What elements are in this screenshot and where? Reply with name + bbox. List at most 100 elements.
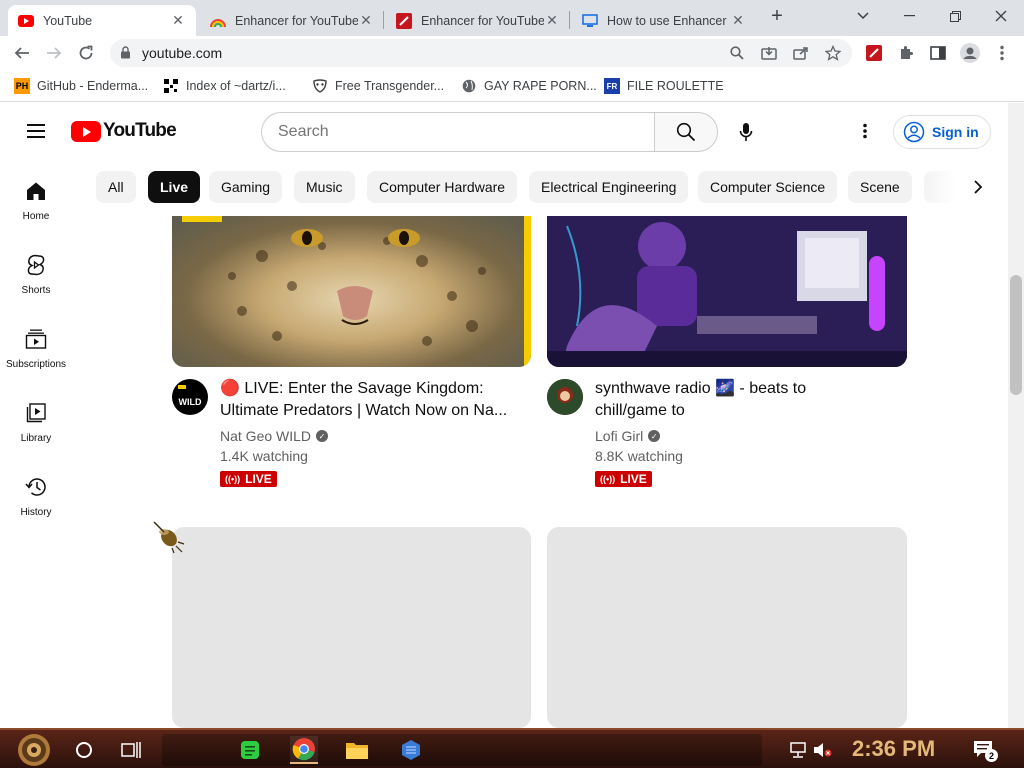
task-view-button[interactable] [117, 736, 145, 764]
live-badge: ((•)) LIVE [220, 471, 277, 487]
taskbar-app-file-explorer[interactable] [343, 736, 371, 764]
bookmarks-bar: PH GitHub - Enderma... Index of ~dartz/i… [0, 70, 1024, 102]
bookmark-github[interactable]: PH GitHub - Enderma... [14, 77, 148, 95]
close-tab-icon[interactable]: ✕ [544, 12, 560, 29]
enhancer-extension-icon[interactable] [862, 41, 886, 65]
video-thumbnail-lofi[interactable] [547, 216, 907, 367]
taskbar-app-notes[interactable] [236, 736, 264, 764]
account-icon [903, 121, 925, 143]
youtube-play-icon [71, 120, 101, 142]
share-icon[interactable] [792, 44, 810, 62]
youtube-favicon-icon [18, 13, 34, 29]
new-tab-button[interactable]: + [766, 6, 788, 28]
close-tab-icon[interactable]: ✕ [730, 12, 746, 29]
channel-avatar-nat-geo-wild[interactable]: WILD [172, 379, 208, 415]
video-placeholder [547, 527, 907, 728]
side-panel-icon[interactable] [926, 41, 950, 65]
cortana-circle-icon [76, 742, 92, 758]
video-title-line: chill/game to [595, 402, 685, 419]
channel-name-text: Lofi Girl [595, 428, 644, 444]
voice-search-button[interactable] [726, 112, 766, 152]
taskbar-app-chrome[interactable] [290, 736, 318, 764]
bookmark-label: Index of ~dartz/i... [186, 79, 286, 93]
video-title-line: synthwave radio 🌌 - beats to [595, 380, 807, 397]
folder-icon [346, 743, 368, 759]
install-app-icon[interactable] [760, 44, 778, 62]
profile-avatar-icon[interactable] [958, 41, 982, 65]
guide-menu-icon[interactable] [24, 120, 48, 144]
lofi-girl-thumbnail-image [547, 216, 907, 367]
chrome-menu-icon[interactable] [990, 41, 1014, 65]
tab-separator [569, 11, 570, 29]
back-button[interactable] [10, 41, 34, 65]
chip-electrical-engineering[interactable]: Electrical Engineering [529, 171, 689, 203]
restore-window-button[interactable] [932, 4, 978, 28]
chip-scene[interactable]: Scene [848, 171, 912, 203]
zoom-search-icon[interactable] [728, 44, 746, 62]
channel-name-text: Nat Geo WILD [220, 428, 312, 444]
search-button[interactable] [654, 112, 718, 152]
volume-muted-icon[interactable] [808, 736, 836, 764]
chip-bar-fade [920, 170, 970, 204]
chip-all[interactable]: All [96, 171, 136, 203]
minimize-window-button[interactable] [886, 4, 932, 28]
chip-computer-science[interactable]: Computer Science [698, 171, 838, 203]
chip-next-arrow-icon[interactable] [964, 175, 992, 199]
bookmark-globe[interactable]: GAY RAPE PORN... [461, 77, 597, 95]
tab-how-to-use[interactable]: How to use Enhancer ✕ [572, 5, 756, 36]
bookmark-file-roulette[interactable]: FR FILE ROULETTE [604, 77, 724, 95]
tab-title: YouTube [43, 13, 93, 28]
search-input[interactable] [261, 112, 655, 152]
video-title[interactable]: synthwave radio 🌌 - beats to chill/game … [595, 378, 895, 422]
viewer-count: 8.8K watching [595, 448, 683, 464]
chrome-icon [292, 738, 315, 761]
youtube-logo[interactable]: YouTube [71, 120, 177, 142]
tab-title: How to use Enhancer [607, 13, 727, 28]
close-tab-icon[interactable]: ✕ [358, 12, 374, 29]
cortana-search-button[interactable] [70, 736, 98, 764]
bookmark-index-dartz[interactable]: Index of ~dartz/i... [163, 77, 286, 95]
video-title[interactable]: 🔴 LIVE: Enter the Savage Kingdom: Ultima… [220, 378, 520, 422]
taskbar-app-blue[interactable] [397, 736, 425, 764]
bookmark-star-icon[interactable] [824, 44, 842, 62]
page-scrollbar[interactable] [1008, 103, 1024, 728]
close-window-button[interactable] [978, 4, 1024, 28]
bookmark-label: FILE ROULETTE [627, 79, 724, 93]
chip-gaming[interactable]: Gaming [209, 171, 283, 203]
taskbar-clock[interactable]: 2:36 PM [852, 736, 935, 762]
windows-taskbar: 2:36 PM 2 [0, 728, 1024, 768]
mask-icon [312, 78, 328, 94]
chip-computer-hardware[interactable]: Computer Hardware [367, 171, 518, 203]
tab-search-chevron-icon[interactable] [840, 4, 886, 28]
leopard-thumbnail-image [182, 216, 531, 367]
address-bar[interactable]: youtube.com [110, 39, 852, 67]
settings-kebab-icon[interactable] [853, 119, 877, 143]
chip-music[interactable]: Music [294, 171, 355, 203]
tab-youtube[interactable]: YouTube ✕ [8, 5, 196, 36]
verified-check-icon: ✓ [648, 430, 661, 442]
channel-name[interactable]: Nat Geo WILD ✓ [220, 428, 329, 444]
sign-in-button[interactable]: Sign in [893, 115, 991, 149]
chip-live[interactable]: Live [148, 171, 201, 203]
reload-button[interactable] [74, 41, 98, 65]
lock-icon[interactable] [120, 46, 131, 64]
tab-enhancer-2[interactable]: Enhancer for YouTube ✕ [386, 5, 570, 36]
task-view-icon [121, 742, 141, 758]
notifications-button[interactable]: 2 [970, 736, 998, 764]
video-thumbnail-leopard[interactable] [172, 216, 531, 367]
search-icon [676, 122, 696, 142]
channel-avatar-lofi-girl[interactable] [547, 379, 583, 415]
forward-button[interactable] [42, 41, 66, 65]
bookmark-free-transgender[interactable]: Free Transgender... [312, 77, 444, 95]
channel-name[interactable]: Lofi Girl ✓ [595, 428, 661, 444]
close-tab-icon[interactable]: ✕ [170, 12, 186, 29]
tab-title: Enhancer for YouTube [235, 13, 358, 28]
notification-count-badge: 2 [985, 749, 998, 762]
start-button[interactable] [10, 732, 58, 768]
extensions-puzzle-icon[interactable] [894, 41, 918, 65]
tab-enhancer-1[interactable]: Enhancer for YouTube ✕ [200, 5, 384, 36]
scrollbar-thumb[interactable] [1010, 275, 1022, 395]
bookmark-label: GAY RAPE PORN... [484, 79, 597, 93]
microphone-icon [739, 123, 753, 141]
youtube-header: YouTube Sign in [0, 103, 1008, 159]
